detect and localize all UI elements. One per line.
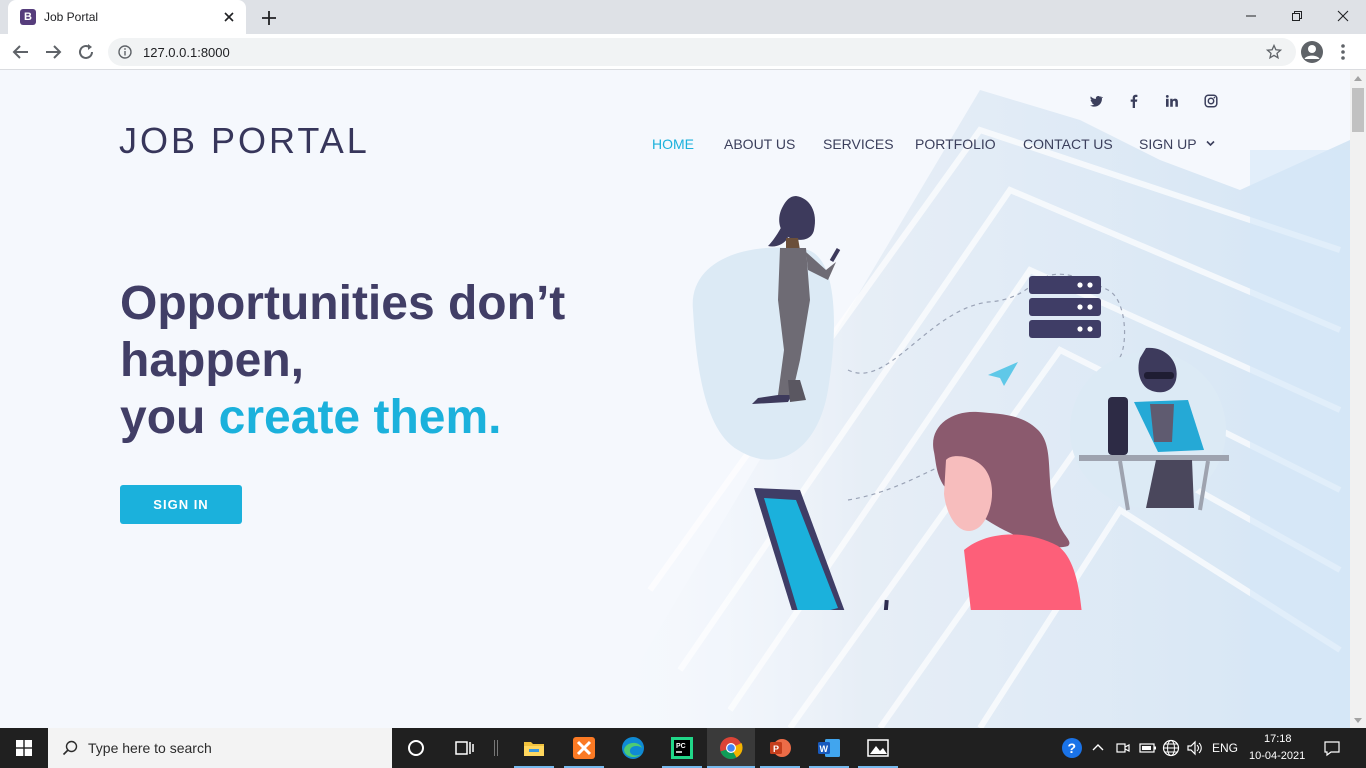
- address-bar[interactable]: 127.0.0.1:8000: [108, 38, 1296, 66]
- nav-portfolio[interactable]: PORTFOLIO: [915, 136, 996, 152]
- nav-about-us[interactable]: ABOUT US: [724, 136, 795, 152]
- site-info-icon[interactable]: [118, 45, 132, 59]
- help-icon[interactable]: ?: [1061, 737, 1083, 759]
- notifications-icon[interactable]: [1323, 739, 1341, 757]
- page-scrollbar[interactable]: [1350, 70, 1366, 728]
- scroll-down-arrow-icon[interactable]: [1354, 718, 1362, 723]
- battery-icon[interactable]: [1139, 741, 1157, 755]
- volume-icon[interactable]: [1186, 740, 1204, 756]
- close-tab-icon[interactable]: [220, 8, 238, 26]
- forward-arrow-icon[interactable]: [42, 41, 64, 63]
- page-viewport: JOB PORTAL HOME ABOUT US SERVICES PORTFO…: [0, 70, 1350, 728]
- close-window-button[interactable]: [1320, 0, 1366, 32]
- site-logo[interactable]: JOB PORTAL: [119, 120, 370, 162]
- nav-services[interactable]: SERVICES: [823, 136, 894, 152]
- nav-contact-us[interactable]: CONTACT US: [1023, 136, 1113, 152]
- reload-icon[interactable]: [75, 41, 97, 63]
- twitter-icon[interactable]: [1088, 94, 1104, 110]
- back-arrow-icon[interactable]: [10, 41, 32, 63]
- clock-time[interactable]: 17:18: [1264, 733, 1292, 745]
- working-woman-figure: [881, 411, 1082, 610]
- hero-illustration: [692, 196, 1229, 610]
- edge-icon[interactable]: [619, 734, 647, 762]
- hero-heading-line-1: Opportunities don’t: [120, 277, 566, 330]
- chevron-down-icon[interactable]: [1206, 140, 1215, 147]
- pycharm-icon[interactable]: PC: [668, 734, 696, 762]
- taskbar-search-box[interactable]: Type here to search: [48, 728, 392, 768]
- scroll-up-arrow-icon[interactable]: [1354, 76, 1362, 81]
- svg-text:W: W: [820, 744, 829, 754]
- task-view-icon[interactable]: [450, 734, 478, 762]
- restore-window-button[interactable]: [1274, 0, 1320, 32]
- xampp-icon[interactable]: [570, 734, 598, 762]
- facebook-icon[interactable]: [1126, 94, 1142, 110]
- powerpoint-icon[interactable]: P: [766, 734, 794, 762]
- word-icon[interactable]: W: [815, 734, 843, 762]
- windows-logo-icon: [16, 740, 32, 756]
- windows-taskbar: Type here to search PC P W ? ENG 17:18 1…: [0, 728, 1366, 768]
- bookmark-star-icon[interactable]: [1266, 44, 1282, 60]
- meet-now-icon[interactable]: [1116, 740, 1130, 756]
- instagram-icon[interactable]: [1203, 94, 1219, 110]
- svg-text:PC: PC: [676, 743, 686, 750]
- nav-sign-up[interactable]: SIGN UP: [1139, 136, 1197, 152]
- browser-tab[interactable]: B Job Portal: [8, 0, 246, 34]
- browser-menu-icon[interactable]: [1334, 42, 1352, 62]
- new-tab-icon[interactable]: [258, 7, 280, 29]
- chevron-up-icon[interactable]: [1092, 742, 1104, 752]
- address-url: 127.0.0.1:8000: [143, 45, 230, 60]
- cortana-icon[interactable]: [402, 734, 430, 762]
- chrome-icon[interactable]: [717, 734, 745, 762]
- svg-text:P: P: [773, 744, 779, 754]
- browser-toolbar: 127.0.0.1:8000: [0, 34, 1366, 70]
- search-icon: [62, 740, 78, 756]
- hero-heading-line-3: you create them.: [120, 390, 501, 445]
- language-indicator[interactable]: ENG: [1212, 741, 1238, 755]
- hero-heading-line-2: happen,: [120, 334, 305, 387]
- desktop-monitor-icon: [754, 488, 845, 610]
- taskbar-divider: [494, 740, 498, 756]
- browser-tab-strip: B Job Portal: [0, 0, 1366, 34]
- search-placeholder: Type here to search: [88, 740, 212, 756]
- hero-heading-accent: create them.: [218, 391, 502, 444]
- linkedin-icon[interactable]: [1164, 94, 1180, 110]
- file-explorer-icon[interactable]: [520, 734, 548, 762]
- nav-home[interactable]: HOME: [652, 136, 694, 152]
- start-button[interactable]: [0, 728, 48, 768]
- tab-title: Job Portal: [44, 10, 99, 24]
- close-window-icon: [1337, 10, 1349, 22]
- svg-text:?: ?: [1068, 740, 1077, 756]
- minimize-window-button[interactable]: [1228, 0, 1274, 32]
- server-icon: [1029, 276, 1101, 338]
- sign-in-button[interactable]: SIGN IN: [120, 485, 242, 524]
- photos-icon[interactable]: [864, 734, 892, 762]
- scrollbar-thumb[interactable]: [1352, 88, 1364, 132]
- hero-heading-plain: you: [120, 391, 219, 444]
- clock-date[interactable]: 10-04-2021: [1249, 750, 1305, 762]
- restore-icon: [1292, 11, 1302, 21]
- profile-avatar-icon[interactable]: [1300, 40, 1324, 64]
- minimize-icon: [1246, 15, 1256, 17]
- bootstrap-favicon-icon: B: [20, 9, 36, 25]
- network-globe-icon[interactable]: [1162, 739, 1180, 757]
